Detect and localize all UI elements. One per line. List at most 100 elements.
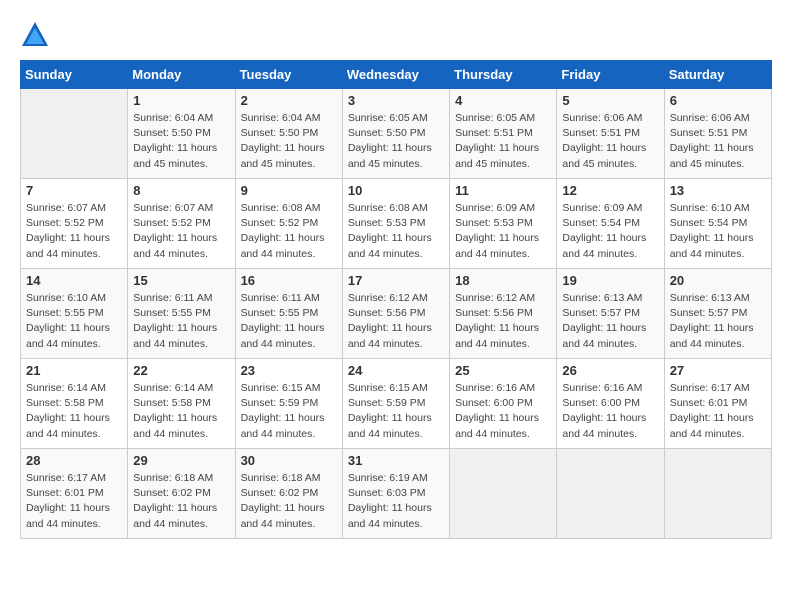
calendar-cell: 31 Sunrise: 6:19 AM Sunset: 6:03 PM Dayli… xyxy=(342,449,449,539)
weekday-header: Monday xyxy=(128,61,235,89)
calendar-cell xyxy=(664,449,771,539)
day-number: 6 xyxy=(670,93,766,108)
calendar-cell: 12Sunrise: 6:09 AM Sunset: 5:54 PM Dayli… xyxy=(557,179,664,269)
day-number: 17 xyxy=(348,273,444,288)
calendar-cell: 29 Sunrise: 6:18 AM Sunset: 6:02 PM Dayli… xyxy=(128,449,235,539)
day-info: Sunrise: 6:18 AM Sunset: 6:02 PM Dayligh… xyxy=(241,471,337,532)
logo xyxy=(20,20,54,50)
calendar-cell: 22 Sunrise: 6:14 AM Sunset: 5:58 PM Dayli… xyxy=(128,359,235,449)
day-number: 29 xyxy=(133,453,229,468)
day-info: Sunrise: 6:10 AM Sunset: 5:55 PM Dayligh… xyxy=(26,291,122,352)
day-info: Sunrise: 6:15 AM Sunset: 5:59 PM Dayligh… xyxy=(348,381,444,442)
calendar-cell: 23 Sunrise: 6:15 AM Sunset: 5:59 PM Dayli… xyxy=(235,359,342,449)
day-info: Sunrise: 6:14 AM Sunset: 5:58 PM Dayligh… xyxy=(133,381,229,442)
calendar-cell: 4Sunrise: 6:05 AM Sunset: 5:51 PM Daylig… xyxy=(450,89,557,179)
day-info: Sunrise: 6:11 AM Sunset: 5:55 PM Dayligh… xyxy=(241,291,337,352)
calendar-cell: 20 Sunrise: 6:13 AM Sunset: 5:57 PM Dayli… xyxy=(664,269,771,359)
day-number: 23 xyxy=(241,363,337,378)
calendar-cell: 14 Sunrise: 6:10 AM Sunset: 5:55 PM Dayli… xyxy=(21,269,128,359)
day-number: 20 xyxy=(670,273,766,288)
day-info: Sunrise: 6:07 AM Sunset: 5:52 PM Dayligh… xyxy=(133,201,229,262)
calendar-cell: 18 Sunrise: 6:12 AM Sunset: 5:56 PM Dayli… xyxy=(450,269,557,359)
calendar-cell: 6 Sunrise: 6:06 AM Sunset: 5:51 PM Daylig… xyxy=(664,89,771,179)
day-number: 13 xyxy=(670,183,766,198)
day-number: 8 xyxy=(133,183,229,198)
logo-icon xyxy=(20,20,50,50)
calendar-cell: 13 Sunrise: 6:10 AM Sunset: 5:54 PM Dayli… xyxy=(664,179,771,269)
day-number: 25 xyxy=(455,363,551,378)
calendar-cell xyxy=(557,449,664,539)
day-info: Sunrise: 6:16 AM Sunset: 6:00 PM Dayligh… xyxy=(455,381,551,442)
calendar-cell: 7Sunrise: 6:07 AM Sunset: 5:52 PM Daylig… xyxy=(21,179,128,269)
weekday-header: Tuesday xyxy=(235,61,342,89)
day-number: 26 xyxy=(562,363,658,378)
day-number: 19 xyxy=(562,273,658,288)
day-number: 10 xyxy=(348,183,444,198)
day-number: 28 xyxy=(26,453,122,468)
day-info: Sunrise: 6:17 AM Sunset: 6:01 PM Dayligh… xyxy=(670,381,766,442)
day-number: 5 xyxy=(562,93,658,108)
day-info: Sunrise: 6:08 AM Sunset: 5:52 PM Dayligh… xyxy=(241,201,337,262)
day-info: Sunrise: 6:13 AM Sunset: 5:57 PM Dayligh… xyxy=(562,291,658,352)
day-info: Sunrise: 6:13 AM Sunset: 5:57 PM Dayligh… xyxy=(670,291,766,352)
day-info: Sunrise: 6:09 AM Sunset: 5:53 PM Dayligh… xyxy=(455,201,551,262)
day-number: 22 xyxy=(133,363,229,378)
calendar-cell: 16 Sunrise: 6:11 AM Sunset: 5:55 PM Dayli… xyxy=(235,269,342,359)
day-number: 21 xyxy=(26,363,122,378)
day-info: Sunrise: 6:17 AM Sunset: 6:01 PM Dayligh… xyxy=(26,471,122,532)
day-info: Sunrise: 6:15 AM Sunset: 5:59 PM Dayligh… xyxy=(241,381,337,442)
calendar-cell: 15 Sunrise: 6:11 AM Sunset: 5:55 PM Dayli… xyxy=(128,269,235,359)
calendar-week-row: 1Sunrise: 6:04 AM Sunset: 5:50 PM Daylig… xyxy=(21,89,772,179)
day-number: 4 xyxy=(455,93,551,108)
day-info: Sunrise: 6:16 AM Sunset: 6:00 PM Dayligh… xyxy=(562,381,658,442)
weekday-header: Friday xyxy=(557,61,664,89)
calendar-cell: 21 Sunrise: 6:14 AM Sunset: 5:58 PM Dayli… xyxy=(21,359,128,449)
day-number: 9 xyxy=(241,183,337,198)
calendar-cell: 2Sunrise: 6:04 AM Sunset: 5:50 PM Daylig… xyxy=(235,89,342,179)
calendar-cell: 10 Sunrise: 6:08 AM Sunset: 5:53 PM Dayli… xyxy=(342,179,449,269)
weekday-header: Wednesday xyxy=(342,61,449,89)
calendar-cell: 9 Sunrise: 6:08 AM Sunset: 5:52 PM Daylig… xyxy=(235,179,342,269)
day-number: 14 xyxy=(26,273,122,288)
day-number: 15 xyxy=(133,273,229,288)
calendar-cell xyxy=(21,89,128,179)
day-info: Sunrise: 6:08 AM Sunset: 5:53 PM Dayligh… xyxy=(348,201,444,262)
day-number: 7 xyxy=(26,183,122,198)
calendar-week-row: 7 Sunrise: 6:07 AM Sunset: 5:52 PM Daylig… xyxy=(21,179,772,269)
day-number: 18 xyxy=(455,273,551,288)
day-info: Sunrise: 6:19 AM Sunset: 6:03 PM Dayligh… xyxy=(348,471,444,532)
calendar-week-row: 14 Sunrise: 6:10 AM Sunset: 5:55 PM Dayli… xyxy=(21,269,772,359)
day-info: Sunrise: 6:05 AM Sunset: 5:50 PM Dayligh… xyxy=(348,111,444,172)
calendar-week-row: 21 Sunrise: 6:14 AM Sunset: 5:58 PM Dayli… xyxy=(21,359,772,449)
day-info: Sunrise: 6:11 AM Sunset: 5:55 PM Dayligh… xyxy=(133,291,229,352)
day-info: Sunrise: 6:10 AM Sunset: 5:54 PM Dayligh… xyxy=(670,201,766,262)
day-number: 1 xyxy=(133,93,229,108)
calendar-cell: 24Sunrise: 6:15 AM Sunset: 5:59 PM Dayli… xyxy=(342,359,449,449)
calendar-cell: 19 Sunrise: 6:13 AM Sunset: 5:57 PM Dayli… xyxy=(557,269,664,359)
day-number: 2 xyxy=(241,93,337,108)
day-number: 31 xyxy=(348,453,444,468)
day-info: Sunrise: 6:12 AM Sunset: 5:56 PM Dayligh… xyxy=(348,291,444,352)
day-number: 16 xyxy=(241,273,337,288)
calendar-cell: 11Sunrise: 6:09 AM Sunset: 5:53 PM Dayli… xyxy=(450,179,557,269)
weekday-header: Thursday xyxy=(450,61,557,89)
day-info: Sunrise: 6:14 AM Sunset: 5:58 PM Dayligh… xyxy=(26,381,122,442)
weekday-header: Saturday xyxy=(664,61,771,89)
day-number: 27 xyxy=(670,363,766,378)
page-header xyxy=(20,20,772,50)
calendar-cell: 26 Sunrise: 6:16 AM Sunset: 6:00 PM Dayli… xyxy=(557,359,664,449)
calendar-cell: 5 Sunrise: 6:06 AM Sunset: 5:51 PM Daylig… xyxy=(557,89,664,179)
day-info: Sunrise: 6:06 AM Sunset: 5:51 PM Dayligh… xyxy=(670,111,766,172)
calendar-week-row: 28 Sunrise: 6:17 AM Sunset: 6:01 PM Dayli… xyxy=(21,449,772,539)
day-info: Sunrise: 6:18 AM Sunset: 6:02 PM Dayligh… xyxy=(133,471,229,532)
day-info: Sunrise: 6:06 AM Sunset: 5:51 PM Dayligh… xyxy=(562,111,658,172)
weekday-header: Sunday xyxy=(21,61,128,89)
calendar-cell: 3 Sunrise: 6:05 AM Sunset: 5:50 PM Daylig… xyxy=(342,89,449,179)
day-number: 3 xyxy=(348,93,444,108)
day-info: Sunrise: 6:12 AM Sunset: 5:56 PM Dayligh… xyxy=(455,291,551,352)
day-info: Sunrise: 6:09 AM Sunset: 5:54 PM Dayligh… xyxy=(562,201,658,262)
calendar-table: SundayMondayTuesdayWednesdayThursdayFrid… xyxy=(20,60,772,539)
day-number: 30 xyxy=(241,453,337,468)
calendar-cell: 30 Sunrise: 6:18 AM Sunset: 6:02 PM Dayli… xyxy=(235,449,342,539)
calendar-cell xyxy=(450,449,557,539)
